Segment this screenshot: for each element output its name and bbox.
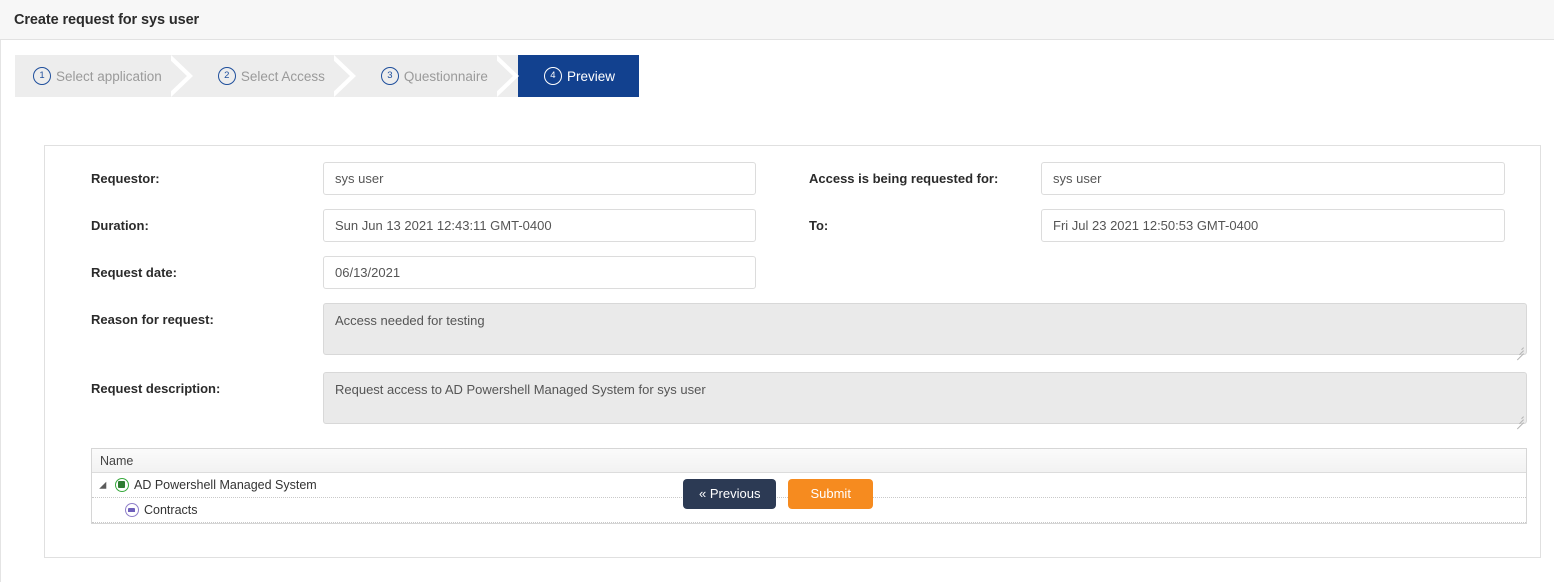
form-row-spacer (809, 256, 1527, 289)
field-requested-for: Access is being requested for: (809, 162, 1527, 195)
request-date-label: Request date: (91, 256, 323, 280)
previous-button[interactable]: « Previous (683, 479, 776, 509)
form-row-duration: Duration: To: (91, 209, 1527, 242)
wizard-step-bar: 1 Select application 2 Select Access 3 Q… (15, 55, 639, 97)
to-label: To: (809, 209, 1041, 233)
step-number-badge: 4 (544, 67, 562, 85)
preview-form: Requestor: Access is being requested for… (91, 162, 1527, 441)
requested-for-label: Access is being requested for: (809, 162, 1041, 186)
step-chevron-icon (334, 55, 356, 97)
field-request-date: Request date: (91, 256, 809, 289)
request-date-input[interactable] (323, 256, 756, 289)
step-label: Preview (567, 69, 615, 84)
form-row-request-date: Request date: (91, 256, 1527, 289)
description-textarea[interactable]: Request access to AD Powershell Managed … (323, 372, 1527, 424)
step-chevron-icon (497, 55, 519, 97)
wizard-step-select-application[interactable]: 1 Select application (15, 55, 192, 97)
page-body: 1 Select application 2 Select Access 3 Q… (0, 40, 1554, 582)
step-number-badge: 3 (381, 67, 399, 85)
step-number-badge: 2 (218, 67, 236, 85)
window-header: Create request for sys user (0, 0, 1554, 40)
step-label: Questionnaire (404, 69, 488, 84)
field-requestor: Requestor: (91, 162, 809, 195)
step-number-badge: 1 (33, 67, 51, 85)
requestor-input[interactable] (323, 162, 756, 195)
wizard-step-select-access[interactable]: 2 Select Access (192, 55, 355, 97)
table-column-header-name: Name (92, 449, 1526, 473)
step-label: Select application (56, 69, 162, 84)
form-row-requestor: Requestor: Access is being requested for… (91, 162, 1527, 195)
field-description: Request description: Request access to A… (91, 372, 1527, 427)
step-chevron-icon (171, 55, 193, 97)
step-label: Select Access (241, 69, 325, 84)
form-row-reason: Reason for request: Access needed for te… (91, 303, 1527, 358)
description-label: Request description: (91, 372, 323, 396)
wizard-step-questionnaire[interactable]: 3 Questionnaire (355, 55, 518, 97)
form-row-description: Request description: Request access to A… (91, 372, 1527, 427)
duration-label: Duration: (91, 209, 323, 233)
to-input[interactable] (1041, 209, 1505, 242)
reason-textarea-wrap: Access needed for testing (323, 303, 1527, 358)
field-duration: Duration: (91, 209, 809, 242)
duration-input[interactable] (323, 209, 756, 242)
submit-button[interactable]: Submit (788, 479, 872, 509)
field-reason: Reason for request: Access needed for te… (91, 303, 1527, 358)
requestor-label: Requestor: (91, 162, 323, 186)
reason-label: Reason for request: (91, 303, 323, 327)
footer-actions: « Previous Submit (1, 479, 1554, 509)
requested-for-input[interactable] (1041, 162, 1505, 195)
description-textarea-wrap: Request access to AD Powershell Managed … (323, 372, 1527, 427)
reason-textarea[interactable]: Access needed for testing (323, 303, 1527, 355)
field-to: To: (809, 209, 1527, 242)
wizard-step-preview[interactable]: 4 Preview (518, 55, 639, 97)
page-title: Create request for sys user (14, 12, 199, 28)
